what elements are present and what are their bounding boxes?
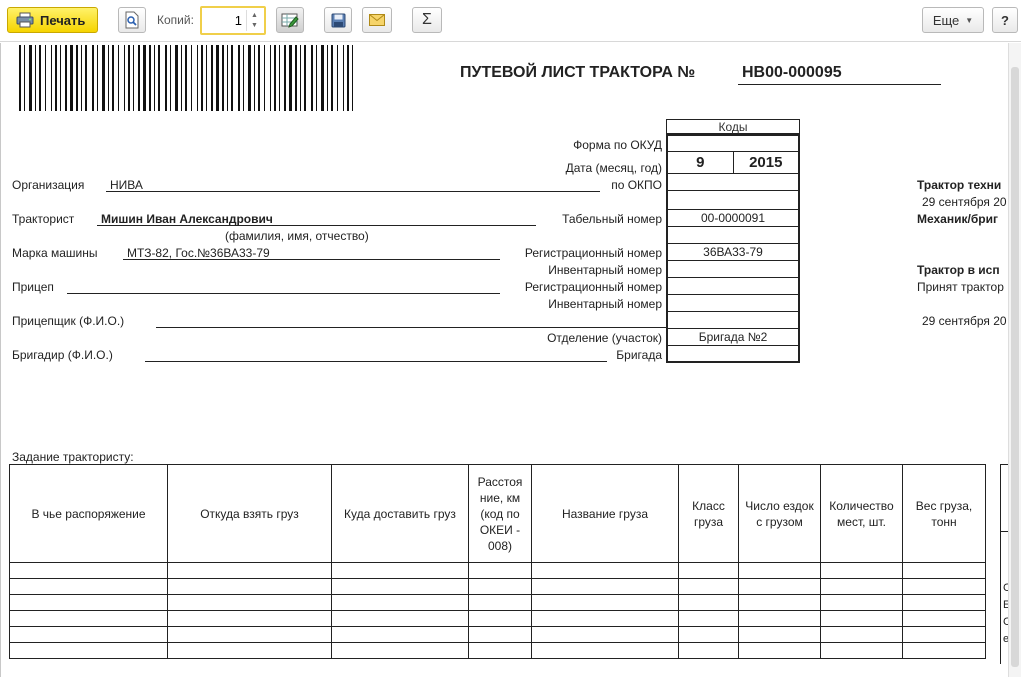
- right-col-line3: Механик/бриг: [917, 212, 998, 226]
- table-row: [9, 562, 986, 579]
- preview-icon: [125, 11, 139, 29]
- document-title: ПУТЕВОЙ ЛИСТ ТРАКТОРА №: [460, 64, 696, 81]
- edit-table-button[interactable]: [276, 7, 304, 33]
- year-value: 2015: [732, 151, 799, 174]
- tab-num-label: Табельный номер: [562, 212, 662, 226]
- sum-icon: Σ: [422, 11, 432, 28]
- table-row: [9, 610, 986, 627]
- task-col-header: Расстоя ние, км (код по ОКЕИ - 008): [468, 464, 532, 563]
- division-cell: Бригада №2: [666, 329, 800, 346]
- scrollbar-thumb[interactable]: [1011, 67, 1019, 667]
- sum-button[interactable]: Σ: [412, 7, 442, 33]
- spin-down-icon[interactable]: ▼: [247, 21, 262, 32]
- printer-icon: [16, 12, 34, 28]
- more-button[interactable]: Еще ▼: [922, 7, 984, 33]
- table-edit-icon: [281, 13, 299, 28]
- right-col-line2: 29 сентября 20: [922, 195, 1007, 209]
- org-value: НИВА: [110, 178, 143, 192]
- reg-num2-cell: [666, 278, 800, 295]
- task-col-header: Число ездок с грузом: [738, 464, 821, 563]
- driver-label: Тракторист: [12, 212, 75, 226]
- help-button[interactable]: ?: [992, 7, 1018, 33]
- trailer-operator-label: Прицепщик (Ф.И.О.): [12, 314, 125, 328]
- month-value: 9: [696, 153, 705, 171]
- barcode-image: [19, 45, 353, 111]
- right-col-line5: Принят трактор: [917, 280, 1004, 294]
- task-col-header: Класс груза: [678, 464, 739, 563]
- codes-header: Коды: [666, 119, 800, 134]
- print-document: ПУТЕВОЙ ЛИСТ ТРАКТОРА № НВ00-000095 Коды…: [0, 43, 1008, 677]
- copies-spinner[interactable]: ▲ ▼: [246, 10, 262, 31]
- spin-up-icon[interactable]: ▲: [247, 10, 262, 21]
- task-col-header: Вес груза, тонн: [902, 464, 986, 563]
- date-code-cell: 9 2015: [666, 151, 800, 174]
- foreman-label: Бригадир (Ф.И.О.): [12, 348, 113, 362]
- machine-label: Марка машины: [12, 246, 98, 260]
- vertical-scrollbar[interactable]: [1008, 43, 1021, 677]
- driver-hint: (фамилия, имя, отчество): [225, 229, 369, 243]
- more-button-label: Еще: [932, 12, 960, 28]
- table-row: [9, 626, 986, 643]
- task-col-header: Куда доставить груз: [331, 464, 469, 563]
- copies-input[interactable]: [204, 11, 244, 30]
- copies-label: Копий:: [157, 13, 194, 27]
- print-button-label: Печать: [40, 12, 86, 28]
- print-button[interactable]: Печать: [7, 7, 98, 33]
- send-email-button[interactable]: [362, 7, 392, 33]
- okpo-label: по ОКПО: [611, 178, 662, 192]
- okud-code-cell: [666, 134, 800, 152]
- save-button[interactable]: [324, 7, 352, 33]
- preview-button[interactable]: [118, 7, 146, 33]
- inv-num2-label: Инвентарный номер: [548, 297, 662, 311]
- task-col-header: Название груза: [531, 464, 679, 563]
- right-col-line1: Трактор техни: [917, 178, 1002, 192]
- tab-num-cell: 00-0000091: [666, 210, 800, 227]
- trailer-label: Прицеп: [12, 280, 54, 294]
- date-label: Дата (месяц, год): [565, 161, 662, 175]
- help-icon: ?: [1001, 12, 1009, 28]
- table-row: [9, 642, 986, 659]
- task-table-header: В чье распоряжение Откуда взять груз Куд…: [9, 464, 986, 563]
- right-col-line4: Трактор в исп: [917, 263, 1000, 277]
- envelope-icon: [369, 14, 385, 26]
- codes-box: Коды 9 2015 00-0000091 36ВА33-79 Бригада…: [666, 119, 800, 363]
- okpo-code-cell: [666, 174, 800, 191]
- reg-num-label: Регистрационный номер: [524, 246, 662, 260]
- brigade-cell: [666, 346, 800, 363]
- table-row: [9, 578, 986, 595]
- floppy-icon: [331, 13, 345, 27]
- okud-label: Форма по ОКУД: [573, 138, 662, 152]
- reg-num2-label: Регистрационный номер: [524, 280, 662, 294]
- copies-field[interactable]: ▲ ▼: [200, 6, 266, 35]
- inv-num-label: Инвентарный номер: [548, 263, 662, 277]
- machine-value: МТЗ-82, Гос.№36ВА33-79: [127, 246, 270, 260]
- task-label: Задание трактористу:: [12, 450, 134, 464]
- division-label: Отделение (участок): [547, 331, 662, 345]
- driver-value: Мишин Иван Александрович: [101, 212, 273, 226]
- side-table-fragment: С Е С е: [1000, 464, 1008, 664]
- reg-num-cell: 36ВА33-79: [666, 244, 800, 261]
- right-col-line6: 29 сентября 20: [922, 314, 1007, 328]
- task-col-header: Откуда взять груз: [167, 464, 332, 563]
- inv-num2-cell: [666, 295, 800, 312]
- chevron-down-icon: ▼: [965, 15, 974, 25]
- org-label: Организация: [12, 178, 85, 192]
- document-number: НВ00-000095: [742, 64, 842, 81]
- task-col-header: Количество мест, шт.: [820, 464, 903, 563]
- toolbar: Печать Копий: ▲ ▼: [0, 0, 1021, 42]
- task-table: В чье распоряжение Откуда взять груз Куд…: [9, 464, 986, 659]
- brigade-label: Бригада: [616, 348, 662, 362]
- inv-num-cell: [666, 261, 800, 278]
- table-row: [9, 594, 986, 611]
- task-col-header: В чье распоряжение: [9, 464, 168, 563]
